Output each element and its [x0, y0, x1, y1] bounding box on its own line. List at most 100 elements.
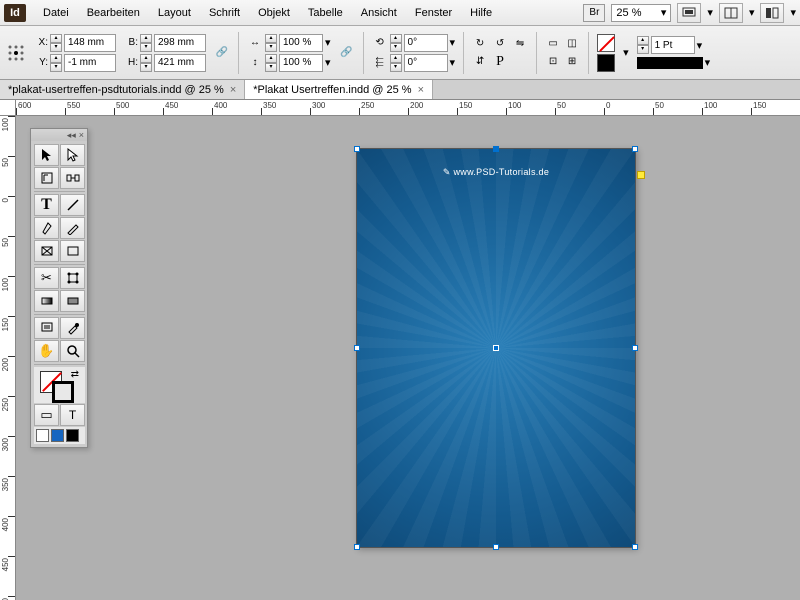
dropdown-icon[interactable]: ▾	[325, 36, 331, 49]
w-input[interactable]	[154, 34, 206, 52]
stroke-swatch[interactable]	[597, 54, 615, 72]
pen-tool[interactable]	[34, 217, 59, 239]
w-stepper[interactable]: ▴▾	[140, 34, 152, 52]
shear-input[interactable]	[404, 54, 448, 72]
horizontal-ruler[interactable]: 6005505004504003503002502001501005005010…	[16, 100, 800, 116]
selection-handle[interactable]	[632, 146, 638, 152]
direct-selection-tool[interactable]	[60, 144, 85, 166]
format-text-icon[interactable]: T	[60, 404, 85, 426]
free-transform-tool[interactable]	[60, 267, 85, 289]
scale-y-input[interactable]	[279, 54, 323, 72]
type-tool[interactable]: T	[34, 194, 59, 216]
sx-stepper[interactable]: ▴▾	[265, 34, 277, 52]
fill-swatch[interactable]	[597, 34, 615, 52]
selection-center[interactable]	[493, 345, 499, 351]
shear-stepper[interactable]: ▴▾	[390, 54, 402, 72]
stroke-weight-input[interactable]	[651, 36, 695, 54]
rotate-input[interactable]	[404, 34, 448, 52]
vertical-ruler[interactable]: 10050050100150200250300350400450500	[0, 116, 16, 600]
selection-handle[interactable]	[493, 544, 499, 550]
fill-stroke-control[interactable]: ⇄	[34, 367, 85, 403]
flip-h-icon[interactable]: ⇋	[512, 36, 528, 52]
workspace-button[interactable]	[760, 3, 784, 23]
toolbox-header[interactable]: ◂◂×	[31, 129, 87, 141]
menu-file[interactable]: Datei	[34, 3, 78, 23]
selection-handle[interactable]	[493, 146, 499, 152]
canvas[interactable]: ✎ www.PSD-Tutorials.de	[16, 116, 800, 600]
selection-handle[interactable]	[354, 146, 360, 152]
stroke-color[interactable]	[52, 381, 74, 403]
hand-tool[interactable]: ✋	[34, 340, 59, 362]
gradient-feather-tool[interactable]	[60, 290, 85, 312]
collapse-icon[interactable]: ◂◂	[67, 130, 76, 141]
eyedropper-tool[interactable]	[60, 317, 85, 339]
gap-tool[interactable]	[60, 167, 85, 189]
select-container-icon[interactable]: ▭	[545, 36, 561, 52]
note-tool[interactable]	[34, 317, 59, 339]
fit-content-icon[interactable]: ⊡	[545, 54, 561, 70]
x-stepper[interactable]: ▴▾	[50, 34, 62, 52]
zoom-level[interactable]: 25 %▾	[611, 4, 671, 22]
close-icon[interactable]: ×	[418, 84, 424, 96]
page-tool[interactable]	[34, 167, 59, 189]
poster-frame[interactable]: ✎ www.PSD-Tutorials.de	[356, 148, 636, 548]
menu-view[interactable]: Ansicht	[352, 3, 406, 23]
h-input[interactable]	[154, 54, 206, 72]
menu-layout[interactable]: Layout	[149, 3, 200, 23]
constrain-scale-icon[interactable]: 🔗	[339, 45, 355, 61]
screen-mode-button[interactable]	[677, 3, 701, 23]
scissors-tool[interactable]: ✂	[34, 267, 59, 289]
constrain-icon[interactable]: 🔗	[214, 45, 230, 61]
ruler-origin[interactable]	[0, 100, 16, 116]
dropdown-icon[interactable]: ▾	[705, 56, 711, 69]
x-input[interactable]	[64, 34, 116, 52]
stroke-stepper[interactable]: ▴▾	[637, 36, 649, 54]
selection-handle[interactable]	[632, 544, 638, 550]
select-content-icon[interactable]: ◫	[564, 36, 580, 52]
sy-stepper[interactable]: ▴▾	[265, 54, 277, 72]
scale-x-input[interactable]	[279, 34, 323, 52]
close-icon[interactable]: ×	[230, 84, 236, 96]
menu-table[interactable]: Tabelle	[299, 3, 352, 23]
reference-point[interactable]	[6, 43, 26, 63]
selection-handle[interactable]	[354, 544, 360, 550]
apply-color[interactable]	[51, 429, 64, 442]
anchored-object-indicator[interactable]	[637, 171, 645, 179]
format-container-icon[interactable]: ▭	[34, 404, 59, 426]
y-input[interactable]	[64, 54, 116, 72]
dropdown-icon[interactable]: ▾	[623, 46, 629, 59]
rot-stepper[interactable]: ▴▾	[390, 34, 402, 52]
dropdown-icon[interactable]: ▾	[450, 56, 456, 69]
arrange-button[interactable]	[719, 3, 743, 23]
bridge-button[interactable]: Br	[583, 4, 605, 22]
menu-edit[interactable]: Bearbeiten	[78, 3, 149, 23]
dropdown-icon[interactable]: ▾	[450, 36, 456, 49]
close-icon[interactable]: ×	[79, 130, 84, 140]
gradient-swatch-tool[interactable]	[34, 290, 59, 312]
p-icon[interactable]: P	[492, 54, 508, 70]
pencil-tool[interactable]	[60, 217, 85, 239]
swap-fill-stroke-icon[interactable]: ⇄	[71, 369, 79, 380]
rectangle-frame-tool[interactable]	[34, 240, 59, 262]
selection-tool[interactable]	[34, 144, 59, 166]
dropdown-icon[interactable]: ▾	[325, 56, 331, 69]
menu-window[interactable]: Fenster	[406, 3, 461, 23]
rectangle-tool[interactable]	[60, 240, 85, 262]
apply-gradient[interactable]	[66, 429, 79, 442]
menu-object[interactable]: Objekt	[249, 3, 299, 23]
rotate-ccw-icon[interactable]: ↺	[492, 36, 508, 52]
doc-tab-1[interactable]: *plakat-usertreffen-psdtutorials.indd @ …	[0, 80, 245, 99]
y-stepper[interactable]: ▴▾	[50, 54, 62, 72]
selection-handle[interactable]	[632, 345, 638, 351]
apply-none[interactable]	[36, 429, 49, 442]
h-stepper[interactable]: ▴▾	[140, 54, 152, 72]
line-tool[interactable]	[60, 194, 85, 216]
flip-v-icon[interactable]: ⇵	[472, 54, 488, 70]
dropdown-icon[interactable]: ▾	[697, 39, 703, 52]
stroke-style[interactable]	[637, 57, 703, 69]
center-content-icon[interactable]: ⊞	[564, 54, 580, 70]
menu-type[interactable]: Schrift	[200, 3, 249, 23]
menu-help[interactable]: Hilfe	[461, 3, 501, 23]
rotate-cw-icon[interactable]: ↻	[472, 36, 488, 52]
doc-tab-2[interactable]: *Plakat Usertreffen.indd @ 25 %×	[245, 80, 433, 99]
